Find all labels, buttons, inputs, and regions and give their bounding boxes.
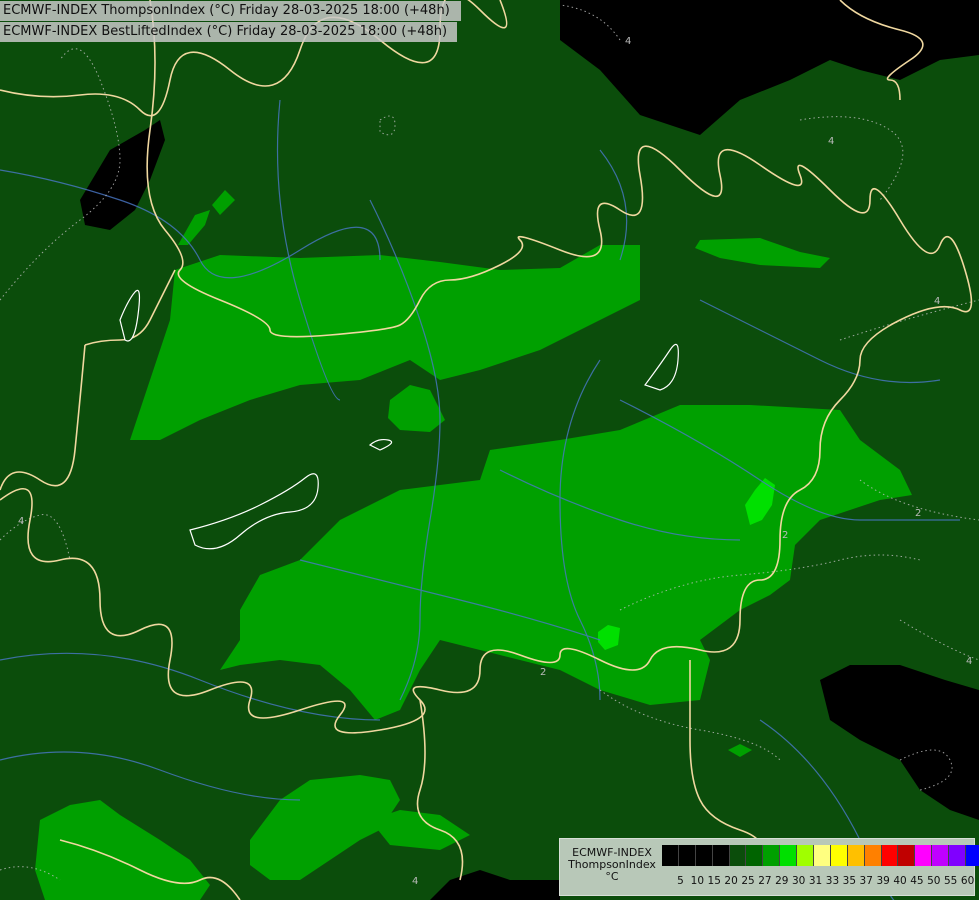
legend-swatches [662,845,979,866]
legend-tick-label: 27 [758,875,772,887]
legend-swatch [949,845,967,866]
legend-tick-label: 25 [741,875,755,887]
legend-tick-label: 55 [944,875,958,887]
legend-swatch [847,845,865,866]
legend-tick-label: 31 [808,875,823,887]
map-stage: 4444224242 ECMWF-INDEX ThompsonIndex (°C… [0,0,979,900]
legend-swatch [830,845,848,866]
map-title-best-lifted-index: ECMWF-INDEX BestLiftedIndex (°C) Friday … [0,22,457,42]
contour-label: 4 [934,296,940,307]
legend-swatch [695,845,713,866]
legend-swatch [780,845,798,866]
map-title-thompson-index: ECMWF-INDEX ThompsonIndex (°C) Friday 28… [0,1,461,21]
legend-ticks: 5 10 15 20 25 27 29 30 31 33 35 37 39 40 45 50 55 60 [672,875,976,887]
legend-title: ECMWF-INDEX ThompsonIndex °C [564,847,660,883]
legend-swatch [932,845,950,866]
contour-label: 4 [966,656,972,667]
legend-tick-label: 29 [775,875,789,887]
legend-swatch [729,845,747,866]
contour-label: 4 [412,876,418,887]
legend-swatch [814,845,831,866]
legend-swatch [898,845,916,866]
legend-tick-label: 45 [910,875,924,887]
legend-swatch [746,845,764,866]
legend-tick-label: 37 [859,875,873,887]
contour-label: 2 [782,530,788,541]
legend-tick-label: 10 [690,875,705,887]
legend-swatch [678,845,696,866]
contour-label: 4 [625,36,631,47]
legend-swatch [881,845,899,866]
weather-map: 4444224242 [0,0,979,900]
legend-swatch [864,845,882,866]
legend-title-line: °C [605,870,619,883]
legend-tick-label: 33 [825,875,840,887]
legend-tick-label: 15 [707,875,721,887]
legend-tick-label: 5 [677,875,684,887]
legend-swatch [966,845,979,866]
legend-tick-label: 50 [927,875,941,887]
contour-label: 4 [18,516,24,527]
legend-swatch [712,845,730,866]
legend-tick-label: 30 [791,875,806,887]
legend-swatch [763,845,781,866]
legend-swatch [797,845,815,866]
legend-swatch [915,845,933,866]
legend-tick-label: 60 [960,875,975,887]
color-legend: ECMWF-INDEX ThompsonIndex °C 5 10 15 20 25 27… [559,838,979,896]
legend-tick-label: 35 [842,875,857,887]
contour-label: 2 [540,667,546,678]
contour-label: 4 [828,136,834,147]
contour-label: 2 [915,508,921,519]
legend-tick-label: 39 [876,875,890,887]
legend-tick-label: 20 [724,875,738,887]
legend-tick-label: 40 [893,875,907,887]
legend-swatch [662,845,679,866]
